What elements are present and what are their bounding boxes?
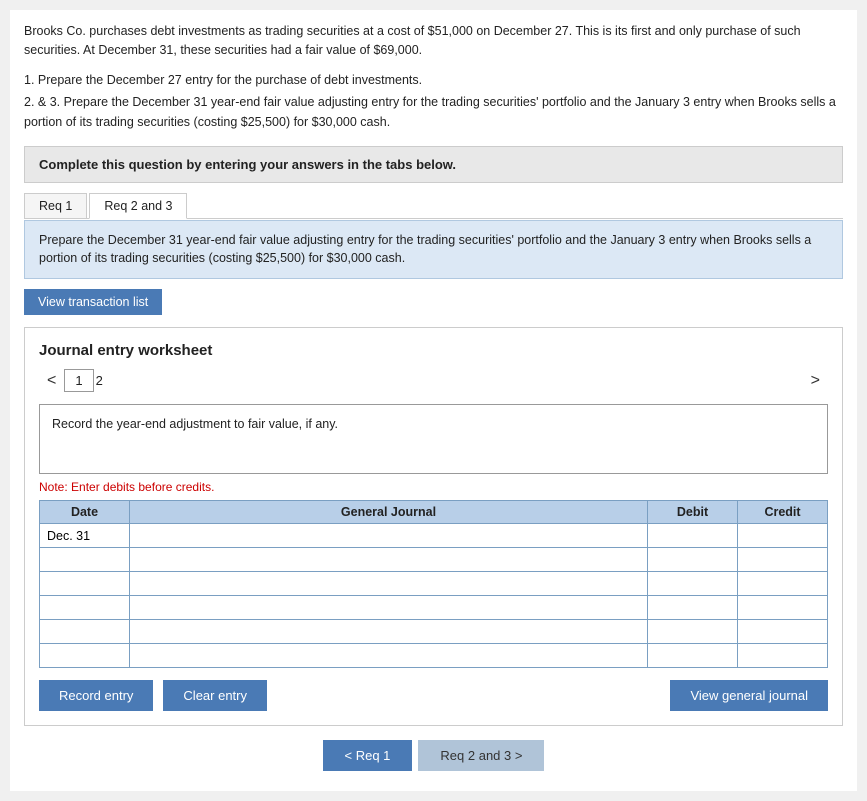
clear-entry-button[interactable]: Clear entry <box>163 680 267 711</box>
bottom-prev-btn[interactable]: < Req 1 <box>323 740 413 771</box>
prev-page-arrow[interactable]: < <box>39 370 64 392</box>
credit-input-5[interactable] <box>742 624 823 640</box>
description-box: Prepare the December 31 year-end fair va… <box>24 220 843 280</box>
date-cell-3 <box>40 572 130 596</box>
journal-cell-4 <box>130 596 648 620</box>
debit-cell-2 <box>648 548 738 572</box>
debit-cell-5 <box>648 620 738 644</box>
credit-cell-4 <box>738 596 828 620</box>
col-header-credit: Credit <box>738 501 828 524</box>
table-row <box>40 644 828 668</box>
col-header-date: Date <box>40 501 130 524</box>
next-page-arrow[interactable]: > <box>803 370 828 392</box>
credit-cell-5 <box>738 620 828 644</box>
debit-input-3[interactable] <box>652 576 733 592</box>
journal-worksheet: Journal entry worksheet < 1 2 > Record t… <box>24 327 843 726</box>
debit-input-2[interactable] <box>652 552 733 568</box>
col-header-debit: Debit <box>648 501 738 524</box>
journal-input-5[interactable] <box>134 624 643 640</box>
debit-cell-1 <box>648 524 738 548</box>
debit-input-1[interactable] <box>652 528 733 544</box>
credit-input-1[interactable] <box>742 528 823 544</box>
journal-cell-1 <box>130 524 648 548</box>
view-general-journal-button[interactable]: View general journal <box>670 680 828 711</box>
credit-input-6[interactable] <box>742 648 823 664</box>
date-input-2[interactable] <box>44 552 125 568</box>
numbered-item-2: 2. & 3. Prepare the December 31 year-end… <box>24 92 843 132</box>
worksheet-instruction: Record the year-end adjustment to fair v… <box>39 404 828 474</box>
numbered-item-1: 1. Prepare the December 27 entry for the… <box>24 70 843 90</box>
date-cell-5 <box>40 620 130 644</box>
journal-cell-3 <box>130 572 648 596</box>
bottom-next-btn[interactable]: Req 2 and 3 > <box>418 740 544 771</box>
debit-cell-4 <box>648 596 738 620</box>
debit-cell-3 <box>648 572 738 596</box>
view-transaction-btn[interactable]: View transaction list <box>24 289 162 315</box>
tab-req2and3[interactable]: Req 2 and 3 <box>89 193 187 219</box>
date-input-6[interactable] <box>44 648 125 664</box>
instruction-box: Complete this question by entering your … <box>24 146 843 183</box>
note-text: Note: Enter debits before credits. <box>39 480 828 494</box>
credit-cell-1 <box>738 524 828 548</box>
current-page-box: 1 <box>64 369 93 392</box>
date-input-3[interactable] <box>44 576 125 592</box>
debit-input-4[interactable] <box>652 600 733 616</box>
table-row <box>40 572 828 596</box>
date-cell-2 <box>40 548 130 572</box>
credit-cell-6 <box>738 644 828 668</box>
date-cell-6 <box>40 644 130 668</box>
journal-cell-5 <box>130 620 648 644</box>
journal-input-2[interactable] <box>134 552 643 568</box>
record-entry-button[interactable]: Record entry <box>39 680 153 711</box>
date-input-1[interactable] <box>44 528 125 544</box>
credit-cell-3 <box>738 572 828 596</box>
date-cell-4 <box>40 596 130 620</box>
tabs-row: Req 1 Req 2 and 3 <box>24 193 843 219</box>
date-input-5[interactable] <box>44 624 125 640</box>
table-row <box>40 620 828 644</box>
journal-input-3[interactable] <box>134 576 643 592</box>
nav-row: < 1 2 > <box>39 369 828 392</box>
total-pages: 2 <box>96 373 103 388</box>
debit-input-5[interactable] <box>652 624 733 640</box>
action-buttons: Record entry Clear entry View general jo… <box>39 680 828 711</box>
credit-input-4[interactable] <box>742 600 823 616</box>
bottom-nav: < Req 1 Req 2 and 3 > <box>24 740 843 771</box>
credit-cell-2 <box>738 548 828 572</box>
intro-text: Brooks Co. purchases debt investments as… <box>24 22 843 60</box>
journal-input-1[interactable] <box>134 528 643 544</box>
credit-input-3[interactable] <box>742 576 823 592</box>
debit-cell-6 <box>648 644 738 668</box>
journal-input-6[interactable] <box>134 648 643 664</box>
journal-table: Date General Journal Debit Credit <box>39 500 828 668</box>
table-row <box>40 524 828 548</box>
worksheet-title: Journal entry worksheet <box>39 342 828 359</box>
date-input-4[interactable] <box>44 600 125 616</box>
table-row <box>40 548 828 572</box>
tab-req1[interactable]: Req 1 <box>24 193 87 218</box>
date-cell-1 <box>40 524 130 548</box>
credit-input-2[interactable] <box>742 552 823 568</box>
table-row <box>40 596 828 620</box>
journal-cell-6 <box>130 644 648 668</box>
col-header-journal: General Journal <box>130 501 648 524</box>
journal-cell-2 <box>130 548 648 572</box>
journal-input-4[interactable] <box>134 600 643 616</box>
debit-input-6[interactable] <box>652 648 733 664</box>
